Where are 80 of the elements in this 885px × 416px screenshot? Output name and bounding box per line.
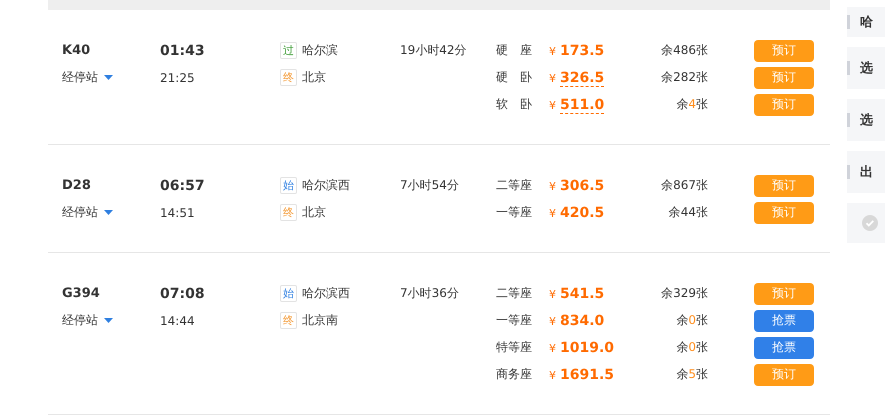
book-button[interactable]: 预订 [754, 174, 814, 196]
dropdown-caret-icon[interactable] [104, 210, 113, 215]
currency-symbol: ¥ [549, 314, 556, 328]
currency-symbol: ¥ [549, 288, 556, 300]
seat-type: 一等座 [496, 312, 533, 329]
seat-type: 二等座 [496, 285, 533, 302]
arrival-time: 14:44 [160, 312, 196, 330]
ticket-price: 326.5 [560, 70, 604, 86]
station-name: 哈尔滨西 [302, 177, 350, 194]
book-button[interactable]: 预订 [754, 202, 814, 224]
station-name: 北京 [302, 204, 326, 221]
ticket-price: 1691.5 [560, 366, 614, 384]
book-button[interactable]: 预订 [754, 40, 814, 62]
station-badge: 过 [280, 42, 297, 59]
stops-link[interactable]: 经停站 [62, 312, 98, 329]
ticket-price: 511.0 [560, 96, 604, 114]
dropdown-caret-icon[interactable] [104, 318, 113, 323]
currency-symbol: ¥ [549, 98, 556, 112]
ticket-price: 173.5 [560, 42, 604, 60]
seats-remaining: 余0张 [675, 339, 708, 356]
station-name: 哈尔滨 [302, 42, 338, 59]
filter-title: 出 [860, 164, 873, 181]
ticket-price: 834.0 [560, 312, 604, 330]
seats-remaining: 余282张 [660, 69, 708, 86]
book-button[interactable]: 预订 [754, 364, 814, 386]
travel-duration: 19小时42分 [400, 42, 468, 59]
station-name: 北京南 [302, 312, 338, 329]
seat-type: 硬 座 [496, 42, 533, 59]
seats-remaining: 余329张 [660, 285, 708, 302]
currency-symbol: ¥ [549, 180, 556, 192]
ticket-price: 306.5 [560, 178, 604, 194]
filter-title: 选 [860, 112, 873, 129]
currency-symbol: ¥ [549, 368, 556, 382]
seat-type: 硬 卧 [496, 69, 533, 86]
seats-remaining: 余486张 [660, 42, 708, 59]
arrival-time: 21:25 [160, 70, 196, 86]
travel-duration: 7小时54分 [400, 177, 460, 194]
grab-ticket-button[interactable]: 抢票 [754, 310, 814, 332]
train-number: D28 [62, 177, 92, 195]
currency-symbol: ¥ [549, 206, 556, 220]
seat-type: 特等座 [496, 339, 533, 356]
book-button[interactable]: 预订 [754, 282, 814, 304]
train-number: K40 [62, 42, 92, 60]
seat-type: 一等座 [496, 204, 533, 221]
checkbox-icon[interactable] [862, 215, 878, 231]
currency-symbol: ¥ [549, 44, 556, 58]
arrival-time: 14:51 [160, 204, 196, 222]
station-badge: 终 [280, 204, 297, 221]
ticket-price: 420.5 [560, 204, 604, 222]
station-badge: 始 [280, 285, 297, 302]
seat-type: 商务座 [496, 366, 533, 383]
book-button[interactable]: 预订 [754, 66, 814, 88]
seats-remaining: 余0张 [675, 312, 708, 329]
travel-duration: 7小时36分 [400, 285, 460, 302]
departure-time: 06:57 [160, 176, 206, 196]
station-name: 北京 [302, 69, 326, 86]
grab-ticket-button[interactable]: 抢票 [754, 336, 814, 358]
stops-link[interactable]: 经停站 [62, 204, 98, 221]
filter-title: 选 [860, 60, 873, 77]
seat-type: 软 卧 [496, 96, 533, 113]
station-badge: 终 [280, 69, 297, 86]
seat-type: 二等座 [496, 177, 533, 194]
currency-symbol: ¥ [549, 72, 556, 84]
seats-remaining: 余867张 [660, 177, 708, 194]
departure-time: 01:43 [160, 42, 206, 60]
dropdown-caret-icon[interactable] [104, 75, 113, 80]
departure-time: 07:08 [160, 284, 206, 304]
seats-remaining: 余5张 [675, 366, 708, 383]
station-badge: 始 [280, 177, 297, 194]
filter-title: 哈 [860, 14, 873, 31]
book-button[interactable]: 预订 [754, 94, 814, 116]
stops-link[interactable]: 经停站 [62, 69, 98, 86]
seats-remaining: 余4张 [675, 96, 708, 113]
seats-remaining: 余44张 [668, 204, 708, 221]
station-name: 哈尔滨西 [302, 285, 350, 302]
train-number: G394 [62, 285, 101, 303]
station-badge: 终 [280, 312, 297, 329]
ticket-price: 541.5 [560, 286, 604, 302]
currency-symbol: ¥ [549, 342, 556, 354]
ticket-price: 1019.0 [560, 340, 614, 356]
